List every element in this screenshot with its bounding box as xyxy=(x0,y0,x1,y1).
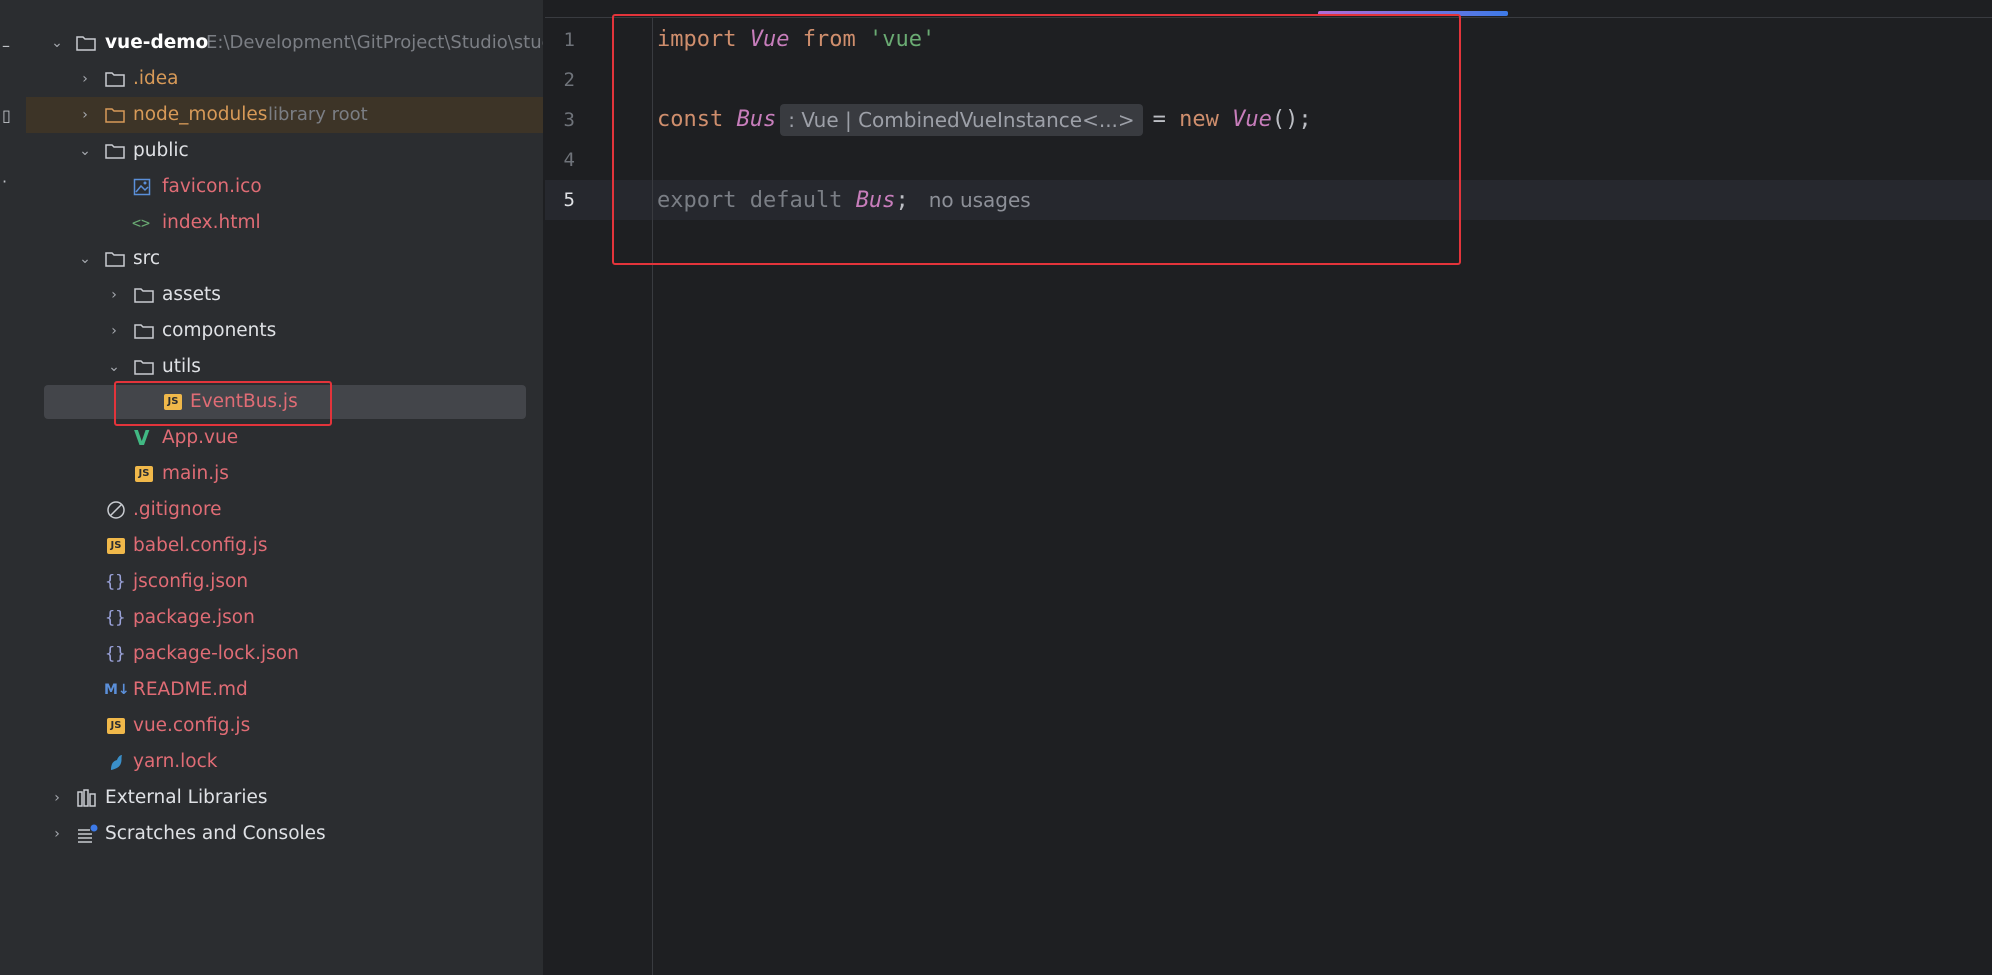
tree-item-label: components xyxy=(162,320,277,341)
folder-icon xyxy=(105,241,125,277)
tree-row-assets[interactable]: › assets xyxy=(26,277,543,313)
tree-item-label: assets xyxy=(162,284,221,305)
folder-icon xyxy=(105,133,125,169)
line-number: 2 xyxy=(563,69,575,91)
tree-item-label: index.html xyxy=(162,212,261,233)
library-root-hint: library root xyxy=(268,104,368,125)
tree-row-components[interactable]: › components xyxy=(26,313,543,349)
json-file-icon: {} xyxy=(105,644,126,664)
tree-item-label: yarn.lock xyxy=(133,751,218,772)
tree-row-favicon[interactable]: favicon.ico xyxy=(26,169,543,205)
annotation-box-code xyxy=(612,14,1461,265)
tree-item-label: favicon.ico xyxy=(162,176,262,197)
markdown-file-icon: M↓ xyxy=(104,682,130,698)
tree-item-label: .idea xyxy=(133,68,179,89)
tree-item-label: External Libraries xyxy=(105,787,268,808)
chevron-right-icon[interactable]: › xyxy=(107,313,121,349)
chevron-down-icon[interactable]: ⌄ xyxy=(78,133,92,169)
chevron-right-icon[interactable]: › xyxy=(50,816,64,852)
minimize-icon[interactable]: – xyxy=(2,38,10,54)
html-file-icon: <> xyxy=(132,214,151,232)
project-tree-panel: ⌄ vue-demo E:\Development\GitProject\Stu… xyxy=(26,0,543,975)
tree-item-label: package.json xyxy=(133,607,255,628)
tree-row-src[interactable]: ⌄ src xyxy=(26,241,543,277)
code-editor[interactable]: 1 2 3 4 5 import Vue from 'vue' const Bu… xyxy=(545,0,1992,975)
tree-row-utils[interactable]: ⌄ utils xyxy=(26,349,543,385)
tree-row-vue-config[interactable]: JS vue.config.js xyxy=(26,708,543,744)
tree-row-idea[interactable]: › .idea xyxy=(26,61,543,97)
root-folder-path: E:\Development\GitProject\Studio\stud xyxy=(206,32,543,53)
scratches-icon xyxy=(77,816,99,852)
chevron-down-icon[interactable]: ⌄ xyxy=(107,349,121,385)
annotation-box-file xyxy=(114,381,332,426)
tree-row-node-modules[interactable]: › node_modules library root xyxy=(26,97,543,133)
json-file-icon: {} xyxy=(105,608,126,628)
tree-row-scratches[interactable]: › Scratches and Consoles xyxy=(26,816,543,852)
library-icon xyxy=(77,780,97,816)
tree-row-external-libraries[interactable]: › External Libraries xyxy=(26,780,543,816)
folder-icon xyxy=(134,349,154,385)
tree-item-label: jsconfig.json xyxy=(133,571,249,592)
tree-row-yarn-lock[interactable]: yarn.lock xyxy=(26,744,543,780)
tree-row-gitignore[interactable]: .gitignore xyxy=(26,492,543,528)
folder-icon xyxy=(105,61,125,97)
tree-row-readme[interactable]: M↓ README.md xyxy=(26,672,543,708)
line-number: 3 xyxy=(563,109,575,131)
tree-item-label: public xyxy=(133,140,189,161)
folder-icon xyxy=(105,97,125,133)
yarn-file-icon xyxy=(106,744,126,780)
folder-icon xyxy=(134,313,154,349)
js-file-icon: JS xyxy=(135,466,153,482)
json-file-icon: {} xyxy=(105,572,126,592)
tree-row-package-json[interactable]: {} package.json xyxy=(26,600,543,636)
tree-item-label: babel.config.js xyxy=(133,535,268,556)
tree-item-label: vue.config.js xyxy=(133,715,251,736)
folder-icon xyxy=(76,25,96,61)
chevron-right-icon[interactable]: › xyxy=(78,97,92,133)
structure-icon[interactable]: ▯ xyxy=(2,108,11,124)
line-number: 1 xyxy=(563,29,575,51)
tree-item-label: utils xyxy=(162,356,201,377)
ignore-file-icon xyxy=(106,492,126,528)
tree-item-label: .gitignore xyxy=(133,499,222,520)
js-file-icon: JS xyxy=(107,718,125,734)
chevron-down-icon[interactable]: ⌄ xyxy=(78,241,92,277)
tree-item-label: package-lock.json xyxy=(133,643,299,664)
chevron-down-icon[interactable]: ⌄ xyxy=(50,25,64,61)
tree-item-label: Scratches and Consoles xyxy=(105,823,326,844)
tree-item-label: node_modules xyxy=(133,104,268,125)
tree-item-label: src xyxy=(133,248,161,269)
line-number: 4 xyxy=(563,149,575,171)
chevron-right-icon[interactable]: › xyxy=(50,780,64,816)
tree-row-jsconfig[interactable]: {} jsconfig.json xyxy=(26,564,543,600)
tree-row-main-js[interactable]: JS main.js xyxy=(26,456,543,492)
tree-item-label: main.js xyxy=(162,463,229,484)
root-folder-name: vue-demo xyxy=(105,32,209,53)
tree-row-babel-config[interactable]: JS babel.config.js xyxy=(26,528,543,564)
tree-row-root[interactable]: ⌄ vue-demo E:\Development\GitProject\Stu… xyxy=(26,25,543,61)
chevron-right-icon[interactable]: › xyxy=(107,277,121,313)
image-file-icon xyxy=(133,169,151,205)
js-file-icon: JS xyxy=(107,538,125,554)
tree-row-package-lock[interactable]: {} package-lock.json xyxy=(26,636,543,672)
tree-row-index-html[interactable]: <> index.html xyxy=(26,205,543,241)
line-number-active: 5 xyxy=(563,189,575,211)
tree-item-label: README.md xyxy=(133,679,248,700)
folder-icon xyxy=(134,277,154,313)
more-icon[interactable]: · xyxy=(2,174,7,190)
tool-window-strip: – ▯ · xyxy=(0,0,27,975)
chevron-right-icon[interactable]: › xyxy=(78,61,92,97)
tree-row-public[interactable]: ⌄ public xyxy=(26,133,543,169)
